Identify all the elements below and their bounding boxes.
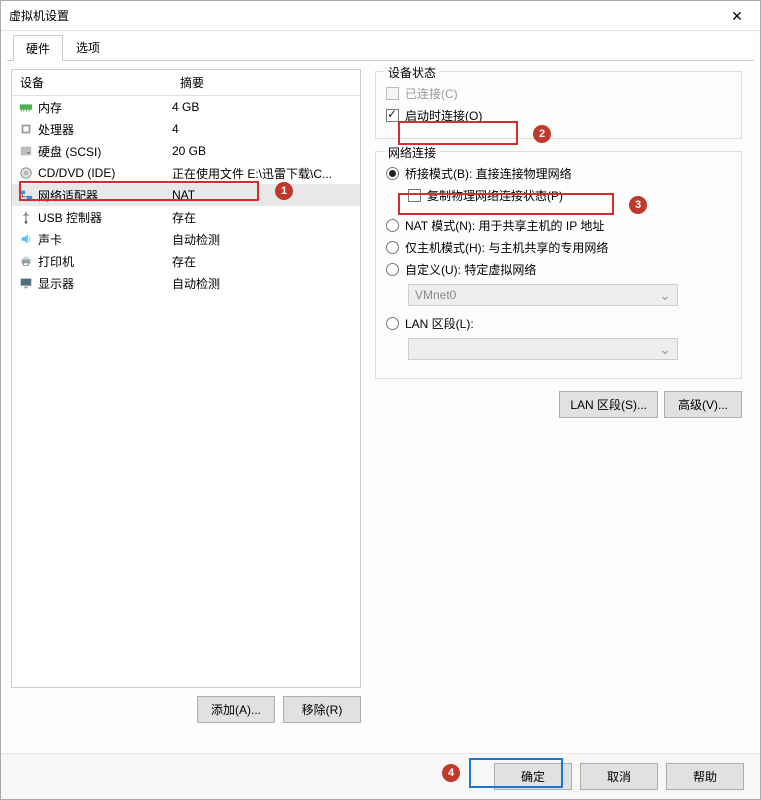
vm-settings-window: 虚拟机设置 ✕ 硬件 选项 设备 摘要 内存 4 GB 处理器 [0,0,761,800]
replicate-row[interactable]: 复制物理网络连接状态(P) [408,184,731,206]
usb-icon [16,210,36,224]
device-name: 声卡 [36,231,172,248]
right-button-row: LAN 区段(S)... 高级(V)... [375,391,742,418]
bridged-label: 桥接模式(B): 直接连接物理网络 [405,165,572,182]
custom-radio[interactable] [386,263,399,276]
dialog-body: 设备 摘要 内存 4 GB 处理器 4 硬盘 (SCSI) 20 GB [1,61,760,731]
device-status-group: 设备状态 已连接(C) 启动时连接(O) [375,71,742,139]
connected-checkbox [386,87,399,100]
memory-icon [16,100,36,114]
device-summary: 正在使用文件 E:\迅雷下载\C... [172,165,360,182]
nat-radio[interactable] [386,219,399,232]
sound-icon [16,232,36,246]
hostonly-label: 仅主机模式(H): 与主机共享的专用网络 [405,239,608,256]
right-pane: 设备状态 已连接(C) 启动时连接(O) 网络连接 桥接模式(B): 直接连接物… [371,69,750,723]
tab-strip: 硬件 选项 [7,33,754,61]
device-status-title: 设备状态 [384,64,440,81]
network-connection-title: 网络连接 [384,144,440,161]
dialog-footer: 确定 取消 帮助 [1,753,760,799]
connect-at-poweron-checkbox[interactable] [386,109,399,122]
device-summary: 20 GB [172,144,360,158]
ok-button[interactable]: 确定 [494,763,572,790]
col-device: 设备 [12,70,172,95]
row-printer[interactable]: 打印机 存在 [12,250,360,272]
custom-row[interactable]: 自定义(U): 特定虚拟网络 [386,258,731,280]
display-icon [16,276,36,290]
bridged-radio[interactable] [386,167,399,180]
device-name: 硬盘 (SCSI) [36,143,172,160]
disk-icon [16,144,36,158]
device-list-header: 设备 摘要 [12,70,360,96]
device-name: 显示器 [36,275,172,292]
lan-segment-select [408,338,678,360]
device-name: 打印机 [36,253,172,270]
hostonly-row[interactable]: 仅主机模式(H): 与主机共享的专用网络 [386,236,731,258]
row-sound[interactable]: 声卡 自动检测 [12,228,360,250]
row-network-adapter[interactable]: 网络适配器 NAT [12,184,360,206]
device-summary: 存在 [172,209,360,226]
left-button-row: 添加(A)... 移除(R) [11,696,361,723]
remove-device-button[interactable]: 移除(R) [283,696,361,723]
row-display[interactable]: 显示器 自动检测 [12,272,360,294]
device-name: CD/DVD (IDE) [36,166,172,180]
printer-icon [16,254,36,268]
device-summary: 自动检测 [172,231,360,248]
device-summary: 4 GB [172,100,360,114]
device-name: 网络适配器 [36,187,172,204]
lan-row[interactable]: LAN 区段(L): [386,312,731,334]
nat-label: NAT 模式(N): 用于共享主机的 IP 地址 [405,217,604,234]
connect-at-poweron-row[interactable]: 启动时连接(O) [386,104,731,126]
replicate-label: 复制物理网络连接状态(P) [427,187,563,204]
callout-1: 1 [275,182,293,200]
row-disk[interactable]: 硬盘 (SCSI) 20 GB [12,140,360,162]
left-pane: 设备 摘要 内存 4 GB 处理器 4 硬盘 (SCSI) 20 GB [11,69,361,723]
lan-segments-button[interactable]: LAN 区段(S)... [559,391,658,418]
device-summary: 存在 [172,253,360,270]
row-memory[interactable]: 内存 4 GB [12,96,360,118]
custom-label: 自定义(U): 特定虚拟网络 [405,261,536,278]
network-connection-group: 网络连接 桥接模式(B): 直接连接物理网络 复制物理网络连接状态(P) NAT… [375,151,742,379]
nat-row[interactable]: NAT 模式(N): 用于共享主机的 IP 地址 [386,214,731,236]
custom-vmnet-select: VMnet0 [408,284,678,306]
device-name: 内存 [36,99,172,116]
lan-radio[interactable] [386,317,399,330]
connect-at-poweron-label: 启动时连接(O) [405,107,482,124]
advanced-button[interactable]: 高级(V)... [664,391,742,418]
device-name: USB 控制器 [36,209,172,226]
device-summary: 自动检测 [172,275,360,292]
row-cpu[interactable]: 处理器 4 [12,118,360,140]
help-button[interactable]: 帮助 [666,763,744,790]
device-list: 设备 摘要 内存 4 GB 处理器 4 硬盘 (SCSI) 20 GB [11,69,361,688]
callout-3: 3 [629,196,647,214]
col-summary: 摘要 [172,70,360,95]
network-icon [16,188,36,202]
lan-label: LAN 区段(L): [405,315,474,332]
tab-options[interactable]: 选项 [63,34,113,60]
callout-2: 2 [533,125,551,143]
close-button[interactable]: ✕ [714,1,760,31]
bridged-row[interactable]: 桥接模式(B): 直接连接物理网络 [386,162,731,184]
row-cddvd[interactable]: CD/DVD (IDE) 正在使用文件 E:\迅雷下载\C... [12,162,360,184]
device-summary: 4 [172,122,360,136]
hostonly-radio[interactable] [386,241,399,254]
tab-hardware[interactable]: 硬件 [13,35,63,61]
titlebar: 虚拟机设置 ✕ [1,1,760,31]
device-summary: NAT [172,188,360,202]
callout-4: 4 [442,764,460,782]
replicate-checkbox[interactable] [408,189,421,202]
connected-row: 已连接(C) [386,82,731,104]
add-device-button[interactable]: 添加(A)... [197,696,275,723]
row-usb[interactable]: USB 控制器 存在 [12,206,360,228]
cpu-icon [16,122,36,136]
cancel-button[interactable]: 取消 [580,763,658,790]
window-title: 虚拟机设置 [9,9,69,23]
connected-label: 已连接(C) [405,85,458,102]
cd-icon [16,166,36,180]
device-name: 处理器 [36,121,172,138]
